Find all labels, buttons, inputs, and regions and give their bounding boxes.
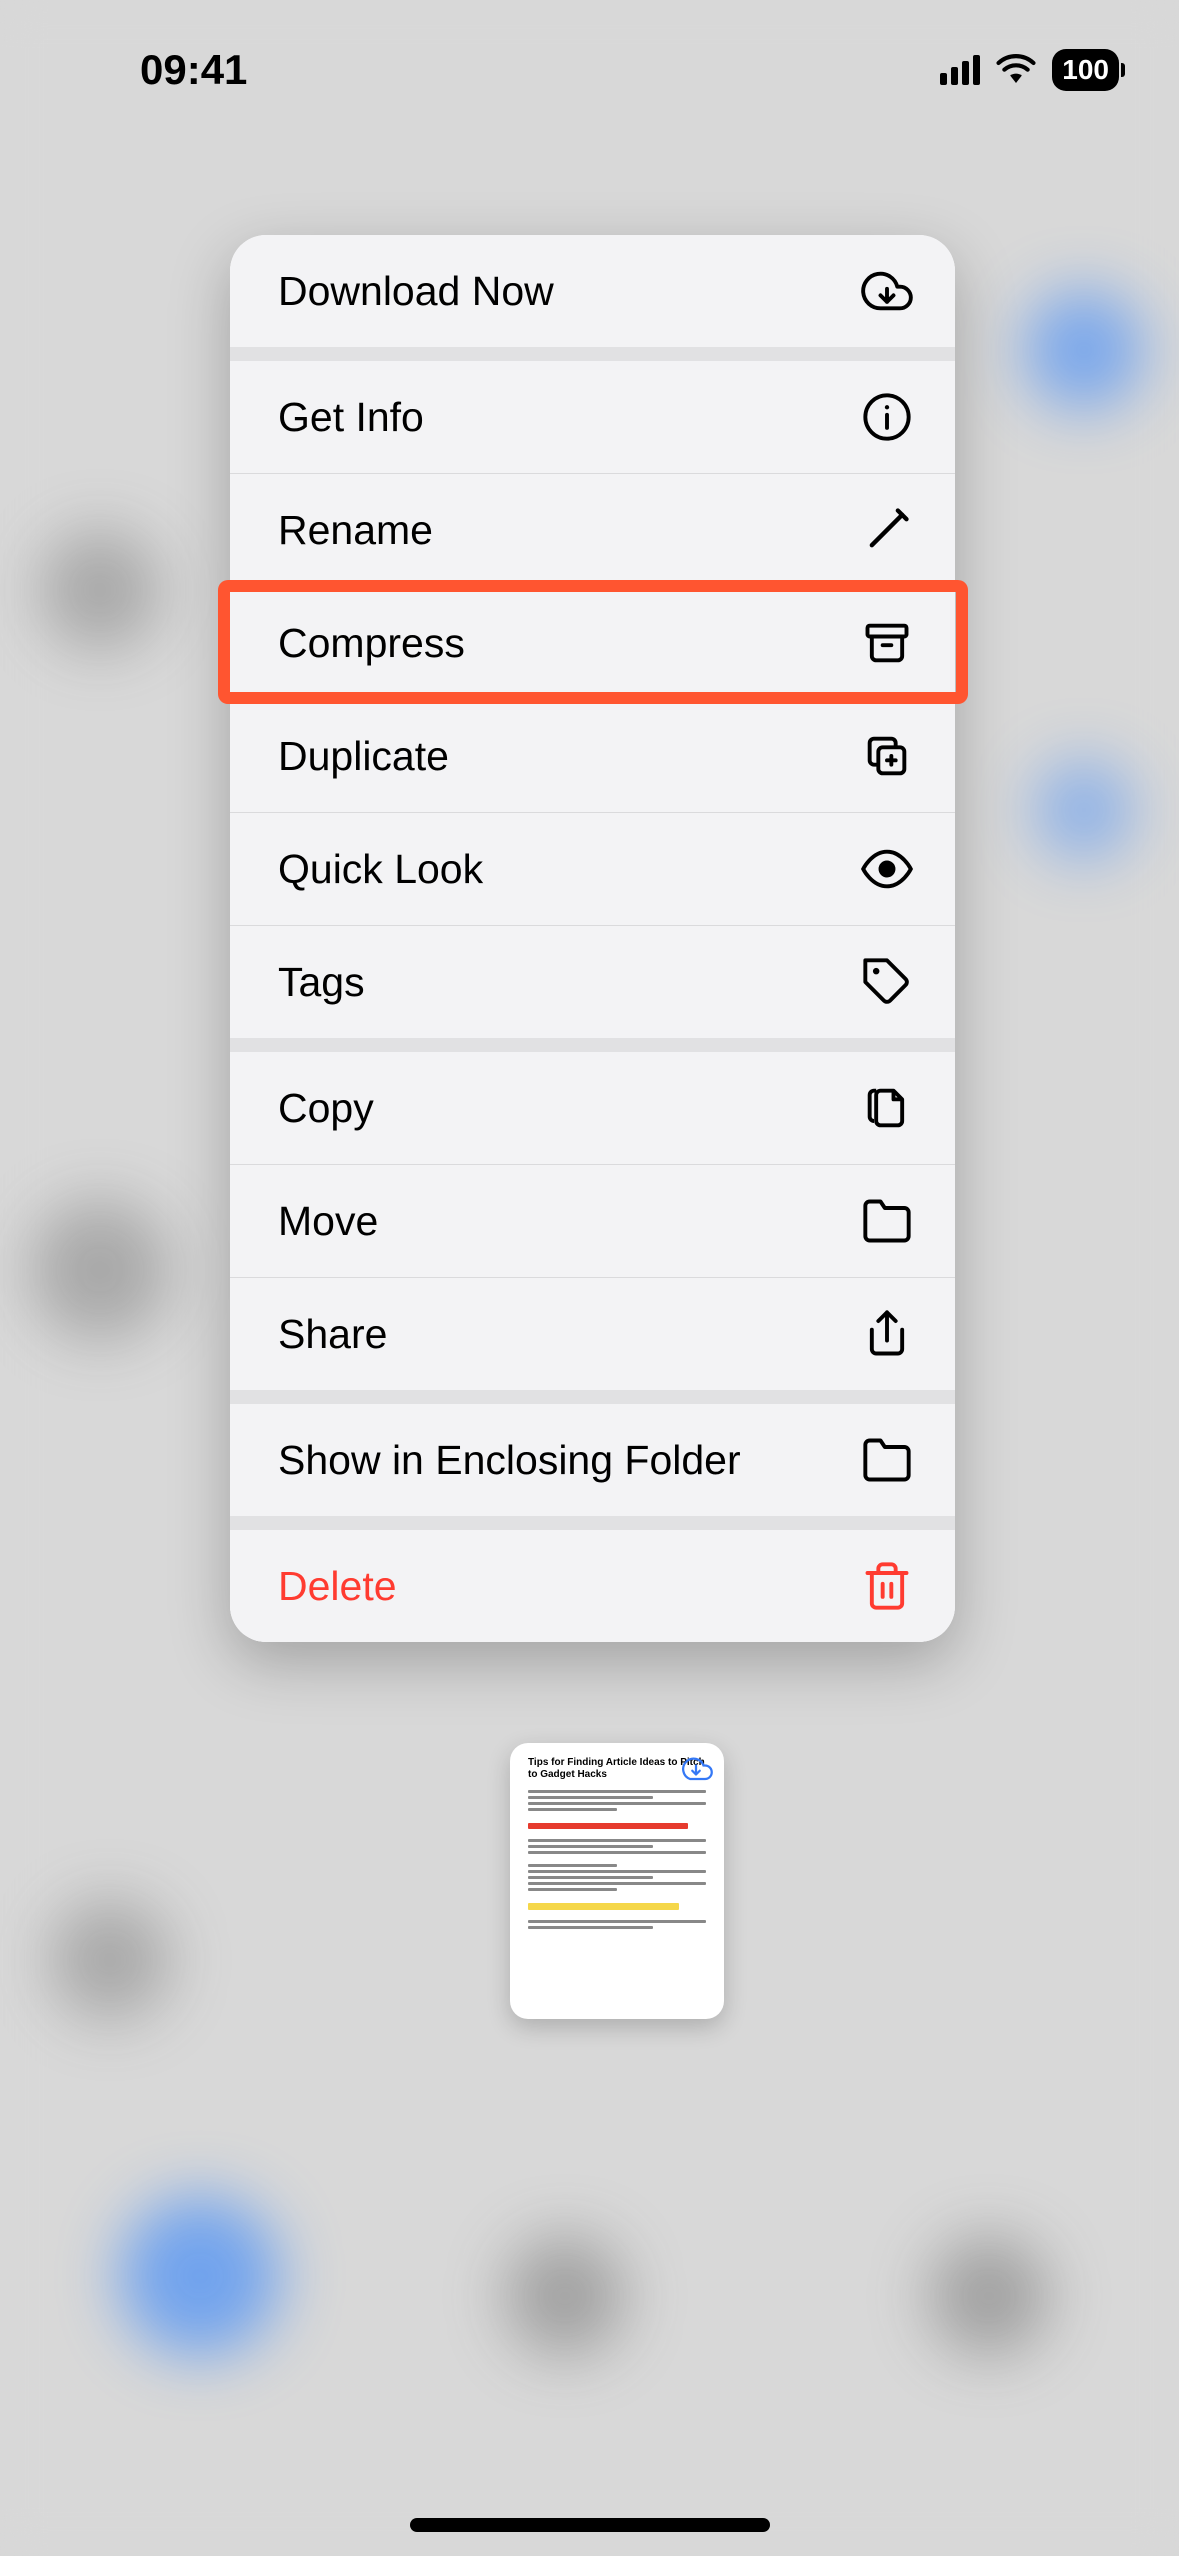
menu-item-label: Rename <box>278 507 433 554</box>
archive-box-icon <box>861 617 913 669</box>
share-icon <box>861 1308 913 1360</box>
menu-duplicate[interactable]: Duplicate <box>230 700 955 813</box>
context-menu: Download Now Get Info Rename <box>230 235 955 1642</box>
menu-copy[interactable]: Copy <box>230 1052 955 1165</box>
menu-item-label: Duplicate <box>278 733 449 780</box>
status-bar: 09:41 100 <box>0 0 1179 120</box>
menu-item-label: Show in Enclosing Folder <box>278 1437 741 1484</box>
file-thumbnail[interactable]: Tips for Finding Article Ideas to Pitch … <box>510 1743 724 2019</box>
folder-icon <box>861 1195 913 1247</box>
menu-item-label: Quick Look <box>278 846 483 893</box>
menu-rename[interactable]: Rename <box>230 474 955 587</box>
tag-icon <box>861 956 913 1008</box>
menu-item-label: Delete <box>278 1563 397 1610</box>
cloud-download-icon <box>861 265 913 317</box>
menu-compress[interactable]: Compress <box>230 587 955 700</box>
cellular-signal-icon <box>940 55 980 85</box>
menu-move[interactable]: Move <box>230 1165 955 1278</box>
menu-download-now[interactable]: Download Now <box>230 235 955 347</box>
cloud-status-icon <box>678 1753 714 1786</box>
duplicate-icon <box>861 730 913 782</box>
menu-item-label: Compress <box>278 620 465 667</box>
menu-item-label: Copy <box>278 1085 374 1132</box>
menu-delete[interactable]: Delete <box>230 1530 955 1642</box>
folder-icon <box>861 1434 913 1486</box>
menu-get-info[interactable]: Get Info <box>230 361 955 474</box>
menu-show-enclosing-folder[interactable]: Show in Enclosing Folder <box>230 1404 955 1516</box>
status-indicators: 100 <box>940 49 1119 91</box>
menu-item-label: Move <box>278 1198 378 1245</box>
menu-quick-look[interactable]: Quick Look <box>230 813 955 926</box>
wifi-icon <box>996 53 1036 88</box>
info-icon <box>861 391 913 443</box>
menu-share[interactable]: Share <box>230 1278 955 1390</box>
menu-item-label: Get Info <box>278 394 424 441</box>
eye-icon <box>861 843 913 895</box>
copy-doc-icon <box>861 1082 913 1134</box>
thumbnail-highlight <box>528 1823 688 1829</box>
status-time: 09:41 <box>140 46 247 94</box>
battery-indicator: 100 <box>1052 49 1119 91</box>
menu-item-label: Download Now <box>278 268 554 315</box>
thumbnail-highlight <box>528 1903 679 1910</box>
menu-item-label: Share <box>278 1311 387 1358</box>
home-indicator[interactable] <box>410 2518 770 2532</box>
trash-icon <box>861 1560 913 1612</box>
menu-item-label: Tags <box>278 959 365 1006</box>
menu-tags[interactable]: Tags <box>230 926 955 1038</box>
pencil-icon <box>861 504 913 556</box>
